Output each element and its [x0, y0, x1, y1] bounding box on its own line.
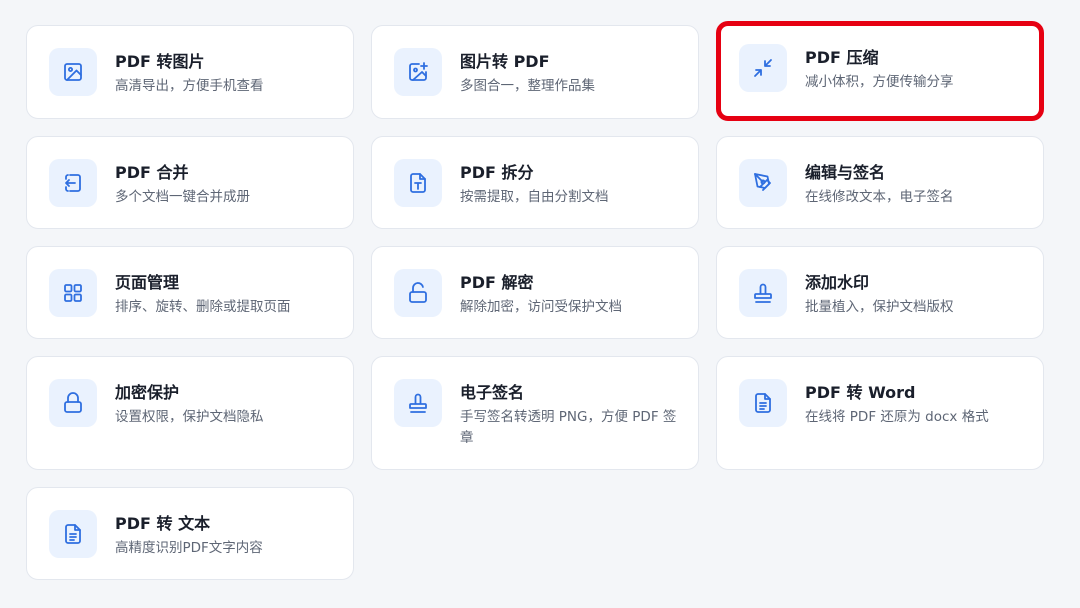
grid-icon [49, 269, 97, 317]
tool-description: 按需提取，自由分割文档 [460, 189, 609, 205]
tool-title: 图片转 PDF [460, 52, 550, 71]
tool-title: PDF 转图片 [115, 52, 205, 71]
tool-title: 页面管理 [115, 273, 180, 292]
tool-description: 在线修改文本，电子签名 [805, 189, 954, 205]
tool-card-pdf-to-text[interactable]: PDF 转 文本 高精度识别PDF文字内容 [26, 487, 354, 580]
tool-card-image-to-pdf[interactable]: 图片转 PDF 多图合一，整理作品集 [371, 25, 699, 119]
merge-icon [49, 159, 97, 207]
tool-card-edit-sign[interactable]: 编辑与签名 在线修改文本，电子签名 [716, 136, 1044, 229]
tool-title: 编辑与签名 [805, 163, 886, 182]
stamp-icon [739, 269, 787, 317]
tool-card-pdf-merge[interactable]: PDF 合并 多个文档一键合并成册 [26, 136, 354, 229]
tool-card-page-manage[interactable]: 页面管理 排序、旋转、删除或提取页面 [26, 246, 354, 339]
tool-title: PDF 压缩 [805, 48, 879, 67]
tool-description: 排序、旋转、删除或提取页面 [115, 299, 291, 315]
tool-description: 减小体积，方便传输分享 [805, 74, 954, 90]
text-document-icon [49, 510, 97, 558]
signature-stamp-icon [394, 379, 442, 427]
tool-description: 多图合一，整理作品集 [460, 78, 595, 94]
tool-card-e-signature[interactable]: 电子签名 手写签名转透明 PNG，方便 PDF 签章 [371, 356, 699, 470]
tool-title: PDF 拆分 [460, 163, 534, 182]
tool-description: 批量植入，保护文档版权 [805, 299, 954, 315]
tool-title: PDF 合并 [115, 163, 189, 182]
tool-title: PDF 解密 [460, 273, 534, 292]
tool-card-watermark[interactable]: 添加水印 批量植入，保护文档版权 [716, 246, 1044, 339]
tool-description: 设置权限，保护文档隐私 [115, 409, 264, 425]
document-icon [739, 379, 787, 427]
tool-card-pdf-decrypt[interactable]: PDF 解密 解除加密，访问受保护文档 [371, 246, 699, 339]
tool-description: 高清导出，方便手机查看 [115, 78, 264, 94]
image-icon [49, 48, 97, 96]
unlock-icon [394, 269, 442, 317]
tool-card-pdf-to-word[interactable]: PDF 转 Word 在线将 PDF 还原为 docx 格式 [716, 356, 1044, 470]
tool-description: 在线将 PDF 还原为 docx 格式 [805, 409, 989, 425]
split-icon [394, 159, 442, 207]
tool-title: 电子签名 [460, 383, 525, 402]
tool-card-encrypt[interactable]: 加密保护 设置权限，保护文档隐私 [26, 356, 354, 470]
tool-title: 加密保护 [115, 383, 180, 402]
tool-description: 手写签名转透明 PNG，方便 PDF 签章 [460, 409, 677, 446]
tool-card-pdf-split[interactable]: PDF 拆分 按需提取，自由分割文档 [371, 136, 699, 229]
tool-title: 添加水印 [805, 273, 870, 292]
tool-description: 解除加密，访问受保护文档 [460, 299, 622, 315]
tool-description: 多个文档一键合并成册 [115, 189, 250, 205]
tool-title: PDF 转 Word [805, 383, 916, 402]
tool-card-pdf-to-image[interactable]: PDF 转图片 高清导出，方便手机查看 [26, 25, 354, 119]
pen-icon [739, 159, 787, 207]
compress-icon [739, 44, 787, 92]
tool-title: PDF 转 文本 [115, 514, 211, 533]
tool-card-pdf-compress[interactable]: PDF 压缩 减小体积，方便传输分享 [716, 21, 1044, 121]
tool-description: 高精度识别PDF文字内容 [115, 540, 263, 556]
lock-icon [49, 379, 97, 427]
image-add-icon [394, 48, 442, 96]
